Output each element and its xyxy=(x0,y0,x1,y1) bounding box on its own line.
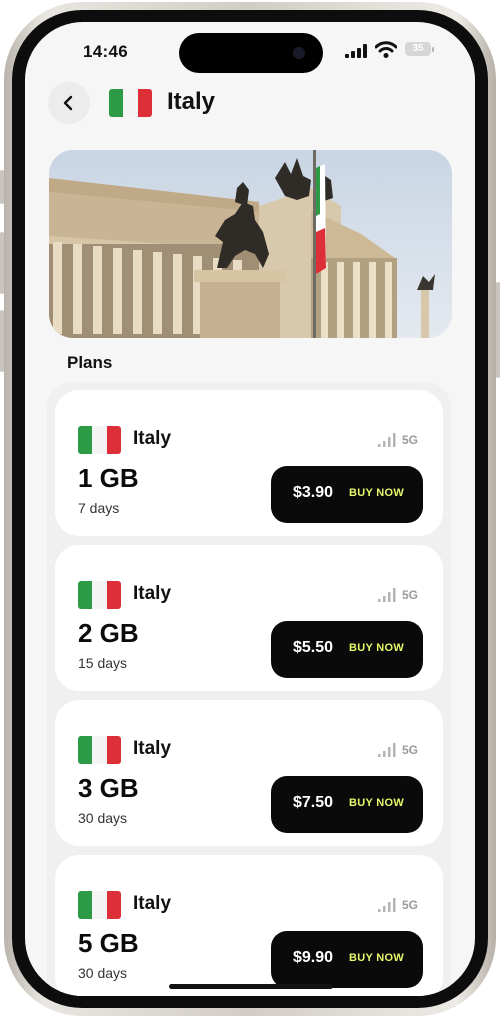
network-indicator: 5G xyxy=(378,897,423,913)
network-type: 5G xyxy=(402,743,419,757)
buy-now-button[interactable]: $5.50 BUY NOW xyxy=(271,621,423,678)
plan-card[interactable]: Italy 5G 3 GB 30 days $7.50 BUY NOW xyxy=(55,700,443,846)
plan-data-amount: 1 GB xyxy=(78,463,139,493)
plan-price: $9.90 xyxy=(293,949,334,966)
front-camera xyxy=(293,47,305,59)
buy-now-button[interactable]: $7.50 BUY NOW xyxy=(271,776,423,833)
battery-tip xyxy=(432,47,434,52)
italy-flag-icon xyxy=(109,89,152,117)
plan-validity: 30 days xyxy=(78,965,128,981)
chevron-left-icon xyxy=(63,95,73,111)
network-type: 5G xyxy=(402,433,419,447)
plan-card[interactable]: Italy 5G 5 GB 30 days $9.90 BUY NOW xyxy=(55,855,443,996)
buy-now-label: BUY NOW xyxy=(349,952,405,964)
plans-list: Italy 5G 1 GB 7 days $3.90 BUY NOW Italy xyxy=(47,382,451,996)
network-indicator: 5G xyxy=(378,742,423,758)
plan-card[interactable]: Italy 5G 1 GB 7 days $3.90 BUY NOW xyxy=(55,390,443,536)
italy-flag-icon xyxy=(78,426,121,454)
network-type: 5G xyxy=(402,898,419,912)
action-button xyxy=(0,170,4,204)
battery-icon: 35 xyxy=(405,42,431,56)
plan-card[interactable]: Italy 5G 2 GB 15 days $5.50 BUY NOW xyxy=(55,545,443,691)
status-bar: 14:46 35 xyxy=(25,22,475,76)
status-time: 14:46 xyxy=(83,42,128,61)
top-nav: Italy xyxy=(25,80,475,128)
network-indicator: 5G xyxy=(378,587,423,603)
plan-data-amount: 5 GB xyxy=(78,928,139,958)
italy-flag-icon xyxy=(78,891,121,919)
plan-validity: 15 days xyxy=(78,655,128,671)
plan-price: $7.50 xyxy=(293,794,334,811)
plan-country: Italy xyxy=(133,893,172,914)
plan-country: Italy xyxy=(133,583,172,604)
plan-price: $5.50 xyxy=(293,639,334,656)
plan-validity: 30 days xyxy=(78,810,128,826)
hero-image xyxy=(49,150,452,338)
page-title: Italy xyxy=(167,88,216,115)
signal-bars-icon xyxy=(378,743,396,757)
plan-country: Italy xyxy=(133,738,172,759)
signal-bars-icon xyxy=(378,588,396,602)
buy-now-button[interactable]: $3.90 BUY NOW xyxy=(271,466,423,523)
plans-section-title: Plans xyxy=(67,353,113,372)
italy-flag-icon xyxy=(78,736,121,764)
plan-data-amount: 3 GB xyxy=(78,773,139,803)
network-type: 5G xyxy=(402,588,419,602)
buy-now-button[interactable]: $9.90 BUY NOW xyxy=(271,931,423,988)
plan-price: $3.90 xyxy=(293,484,334,501)
back-button[interactable] xyxy=(48,82,90,124)
buy-now-label: BUY NOW xyxy=(349,797,405,809)
plan-data-amount: 2 GB xyxy=(78,618,139,648)
dynamic-island xyxy=(179,33,323,73)
volume-down-button xyxy=(0,310,4,372)
signal-bars-icon xyxy=(378,433,396,447)
wifi-icon xyxy=(375,41,397,58)
power-button xyxy=(496,282,500,378)
italy-flag-icon xyxy=(78,581,121,609)
buy-now-label: BUY NOW xyxy=(349,487,405,499)
buy-now-label: BUY NOW xyxy=(349,642,405,654)
signal-bars-icon xyxy=(378,898,396,912)
home-indicator[interactable] xyxy=(169,984,333,989)
network-indicator: 5G xyxy=(378,432,423,448)
volume-up-button xyxy=(0,232,4,294)
plan-country: Italy xyxy=(133,428,172,449)
plan-validity: 7 days xyxy=(78,500,120,516)
cellular-signal-icon xyxy=(345,44,367,58)
app-screen: 14:46 35 Italy Plans Italy 5G 1 GB 7 day… xyxy=(25,22,475,996)
